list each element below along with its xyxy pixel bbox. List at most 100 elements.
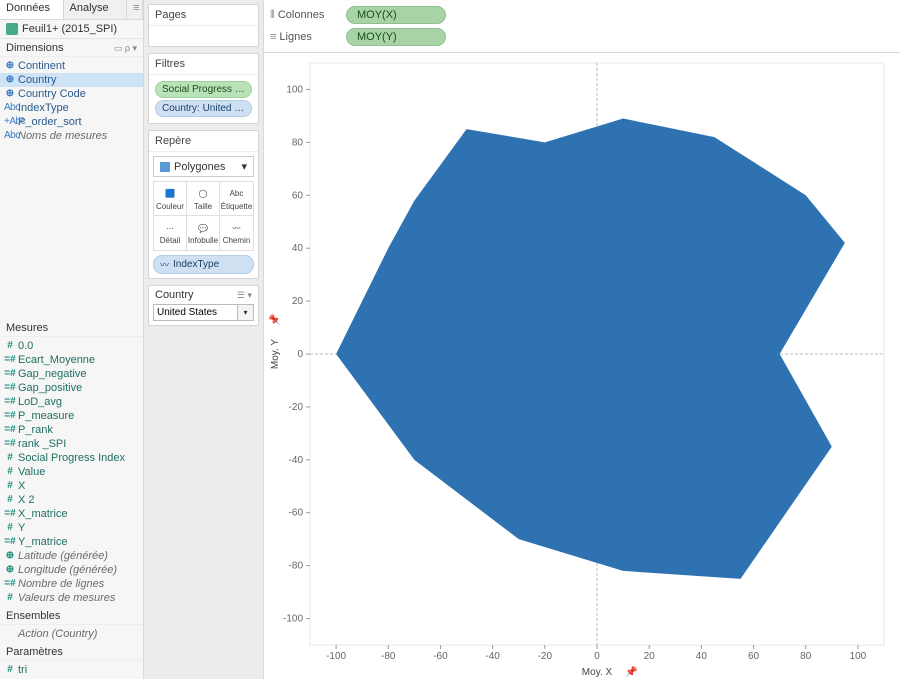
field-item[interactable]: #X — [0, 479, 143, 493]
marks-cell-détail[interactable]: ⋯Détail — [154, 216, 187, 250]
field-label: P_measure — [18, 410, 74, 422]
field-item[interactable]: ⊕Country — [0, 73, 143, 87]
field-label: X_matrice — [18, 508, 68, 520]
svg-text:-60: -60 — [433, 651, 448, 662]
dimensions-tools[interactable]: ▭ ρ ▾ — [114, 43, 137, 54]
field-type-icon: ⊕ — [4, 88, 16, 99]
marks-path-chip[interactable]: 〰 IndexType — [153, 255, 254, 274]
marks-cell-icon: 💬 — [196, 221, 210, 235]
field-item[interactable]: =#Ecart_Moyenne — [0, 353, 143, 367]
svg-text:100: 100 — [286, 84, 303, 95]
worksheet-area: ⦀Colonnes MOY(X) ≡Lignes MOY(Y) -100-80-… — [264, 0, 900, 679]
field-label: Noms de mesures — [18, 130, 107, 142]
field-label: 0.0 — [18, 340, 33, 352]
tab-menu[interactable]: ≡ — [127, 0, 143, 19]
field-item[interactable]: AbcNoms de mesures — [0, 129, 143, 143]
field-item[interactable]: =#P_rank — [0, 423, 143, 437]
marks-cell-chemin[interactable]: 〰Chemin — [220, 216, 253, 250]
field-item[interactable]: ⊕Longitude (générée) — [0, 563, 143, 577]
field-item[interactable]: =#Y_matrice — [0, 535, 143, 549]
marks-type-dropdown[interactable]: Polygones ▾ — [153, 156, 254, 177]
filters-title: Filtres — [149, 54, 258, 75]
field-item[interactable]: +AbcP_order_sort — [0, 115, 143, 129]
field-type-icon: ⊕ — [4, 74, 16, 85]
field-type-icon: =# — [4, 410, 16, 421]
field-item[interactable]: #X 2 — [0, 493, 143, 507]
filter-chip[interactable]: Social Progress Index — [155, 81, 252, 98]
field-label: Valeurs de mesures — [18, 592, 115, 604]
svg-text:-100: -100 — [326, 651, 346, 662]
field-item[interactable]: =#rank _SPI — [0, 437, 143, 451]
field-type-icon: =# — [4, 508, 16, 519]
field-item[interactable]: ⊕Country Code — [0, 87, 143, 101]
field-label: Y_matrice — [18, 536, 68, 548]
country-filter-tools[interactable]: ☰ ▾ — [237, 290, 252, 301]
field-item[interactable]: #Social Progress Index — [0, 451, 143, 465]
datasource-row[interactable]: Feuil1+ (2015_SPI) — [0, 20, 143, 39]
pages-title: Pages — [149, 5, 258, 26]
field-item[interactable]: =#Gap_negative — [0, 367, 143, 381]
field-item[interactable]: #0.0 — [0, 339, 143, 353]
field-item[interactable]: #Valeurs de mesures — [0, 591, 143, 605]
svg-text:20: 20 — [292, 296, 304, 307]
svg-text:📌: 📌 — [625, 665, 638, 678]
field-item[interactable]: AbcIndexType — [0, 101, 143, 115]
rows-label: Lignes — [279, 31, 311, 43]
field-label: Ecart_Moyenne — [18, 354, 95, 366]
field-item[interactable]: =#Nombre de lignes — [0, 577, 143, 591]
svg-text:0: 0 — [594, 651, 600, 662]
datasource-icon — [6, 23, 18, 35]
field-label: Social Progress Index — [18, 452, 125, 464]
marks-cell-label: Chemin — [223, 236, 251, 245]
pages-shelf[interactable] — [149, 26, 258, 46]
field-type-icon: =# — [4, 536, 16, 547]
field-item[interactable]: ⊕Continent — [0, 59, 143, 73]
tab-data[interactable]: Données — [0, 0, 64, 19]
field-item[interactable]: #Value — [0, 465, 143, 479]
field-item[interactable]: #tri — [0, 663, 143, 677]
marks-type-label: Polygones — [174, 161, 225, 173]
pages-card: Pages — [148, 4, 259, 47]
filter-chip[interactable]: Country: United Stat.. — [155, 100, 252, 117]
svg-text:80: 80 — [800, 651, 812, 662]
chart-area[interactable]: -100-80-60-40-20020406080100-100-80-60-4… — [264, 53, 900, 679]
data-pane: Données Analyse ≡ Feuil1+ (2015_SPI) Dim… — [0, 0, 144, 679]
field-item[interactable]: =#X_matrice — [0, 507, 143, 521]
field-type-icon: # — [4, 452, 16, 463]
marks-cell-couleur[interactable]: 🟦Couleur — [154, 182, 187, 216]
country-filter-dropdown[interactable]: ▾ — [238, 304, 254, 321]
field-type-icon: =# — [4, 438, 16, 449]
field-type-icon: # — [4, 664, 16, 675]
svg-text:80: 80 — [292, 137, 304, 148]
country-filter-input[interactable] — [153, 304, 238, 321]
field-item[interactable]: =#P_measure — [0, 409, 143, 423]
marks-cell-étiquette[interactable]: AbcÉtiquette — [220, 182, 253, 216]
path-icon: 〰 — [160, 258, 169, 271]
field-label: tri — [18, 664, 27, 676]
country-filter-label: Country — [155, 289, 194, 301]
field-type-icon: =# — [4, 424, 16, 435]
measures-header: Mesures — [0, 319, 143, 337]
marks-cell-infobulle[interactable]: 💬Infobulle — [187, 216, 220, 250]
columns-shelf[interactable]: ⦀Colonnes MOY(X) — [270, 4, 894, 26]
filters-shelf[interactable]: Social Progress Index Country: United Sta… — [149, 75, 258, 123]
svg-text:100: 100 — [850, 651, 867, 662]
rows-shelf[interactable]: ≡Lignes MOY(Y) — [270, 26, 894, 48]
field-item[interactable]: =#LoD_avg — [0, 395, 143, 409]
field-item[interactable]: #Y — [0, 521, 143, 535]
columns-label: Colonnes — [278, 9, 324, 21]
field-item[interactable]: =#Gap_positive — [0, 381, 143, 395]
svg-text:20: 20 — [644, 651, 656, 662]
marks-cell-taille[interactable]: ◯Taille — [187, 182, 220, 216]
field-type-icon: # — [4, 340, 16, 351]
rows-pill[interactable]: MOY(Y) — [346, 28, 446, 46]
tab-analysis[interactable]: Analyse — [64, 0, 128, 19]
svg-text:📌: 📌 — [268, 313, 281, 326]
columns-pill[interactable]: MOY(X) — [346, 6, 446, 24]
marks-cell-label: Couleur — [156, 202, 184, 211]
field-label: Y — [18, 522, 25, 534]
field-type-icon: # — [4, 494, 16, 505]
field-item[interactable]: ⊕Latitude (générée) — [0, 549, 143, 563]
field-label: Continent — [18, 60, 65, 72]
field-item[interactable]: Action (Country) — [0, 627, 143, 641]
